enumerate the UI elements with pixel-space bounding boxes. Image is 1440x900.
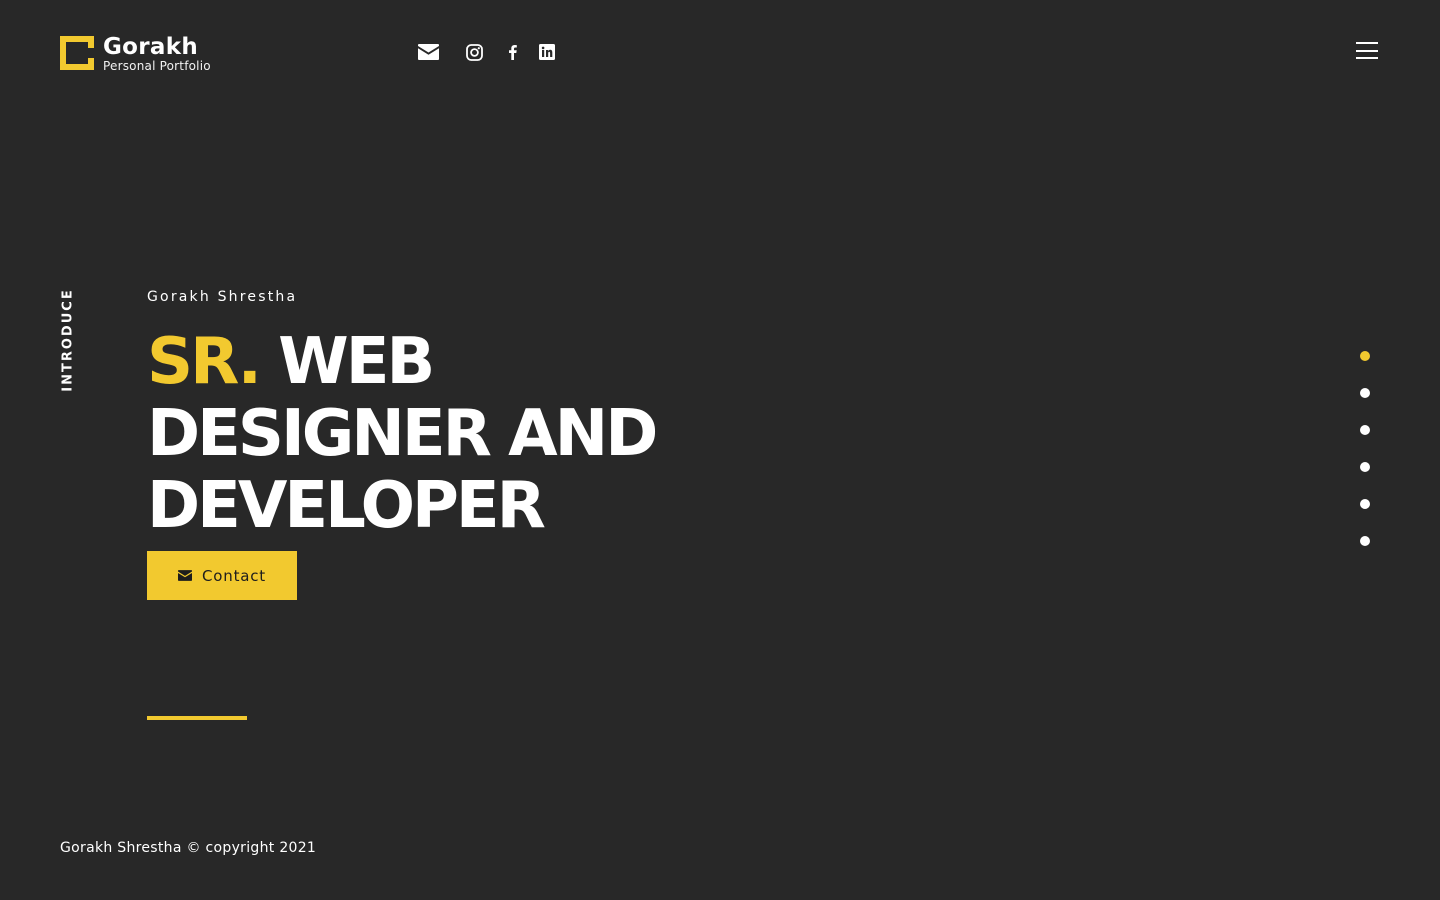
hero-title-line-2: DESIGNER AND	[147, 397, 658, 471]
hero-section: Gorakh Shrestha SR. WEB DESIGNER AND DEV…	[147, 288, 767, 542]
hero-title-accent: SR.	[147, 325, 262, 399]
section-dot-3[interactable]	[1360, 425, 1370, 435]
accent-divider	[147, 716, 247, 720]
hamburger-menu-icon	[1356, 49, 1378, 52]
section-dot-5[interactable]	[1360, 499, 1370, 509]
contact-button-label: Contact	[202, 566, 266, 585]
hero-name: Gorakh Shrestha	[147, 289, 298, 305]
section-dot-4[interactable]	[1360, 462, 1370, 472]
hero-title-line-1: SR. WEB	[147, 326, 767, 398]
logo-mark-icon	[60, 36, 94, 70]
linkedin-link[interactable]	[539, 41, 555, 63]
brand-logo-link[interactable]: Gorakh Personal Portfolio	[60, 34, 211, 73]
envelope-icon	[417, 44, 439, 60]
footer-copyright: Gorakh Shrestha © copyright 2021	[60, 840, 317, 856]
instagram-icon	[465, 43, 483, 61]
brand-text: Gorakh Personal Portfolio	[103, 34, 211, 73]
section-dot-2[interactable]	[1360, 388, 1370, 398]
hamburger-menu-icon	[1356, 57, 1378, 59]
hamburger-menu-icon	[1356, 42, 1378, 44]
brand-subtitle: Personal Portfolio	[103, 59, 211, 73]
portfolio-page: Gorakh Personal Portfolio INTRODUCE Gora…	[0, 0, 1440, 900]
contact-button[interactable]: Contact	[147, 551, 297, 600]
hero-title-line-1-rest: WEB	[278, 325, 435, 399]
social-links	[417, 41, 555, 63]
section-dot-1[interactable]	[1360, 351, 1370, 361]
hero-title: SR. WEB DESIGNER AND DEVELOPER	[147, 326, 767, 542]
instagram-link[interactable]	[465, 41, 483, 63]
hero-title-line-3: DEVELOPER	[147, 469, 546, 543]
envelope-icon	[178, 570, 193, 581]
section-dots-nav	[1358, 351, 1372, 546]
facebook-link[interactable]	[507, 41, 517, 63]
brand-name: Gorakh	[103, 34, 199, 60]
email-link[interactable]	[417, 41, 439, 63]
section-label-text: INTRODUCE	[60, 288, 76, 392]
section-dot-6[interactable]	[1360, 536, 1370, 546]
facebook-icon	[508, 45, 517, 60]
menu-toggle-button[interactable]	[1356, 42, 1378, 59]
section-label: INTRODUCE	[60, 288, 76, 392]
linkedin-icon	[539, 44, 555, 60]
